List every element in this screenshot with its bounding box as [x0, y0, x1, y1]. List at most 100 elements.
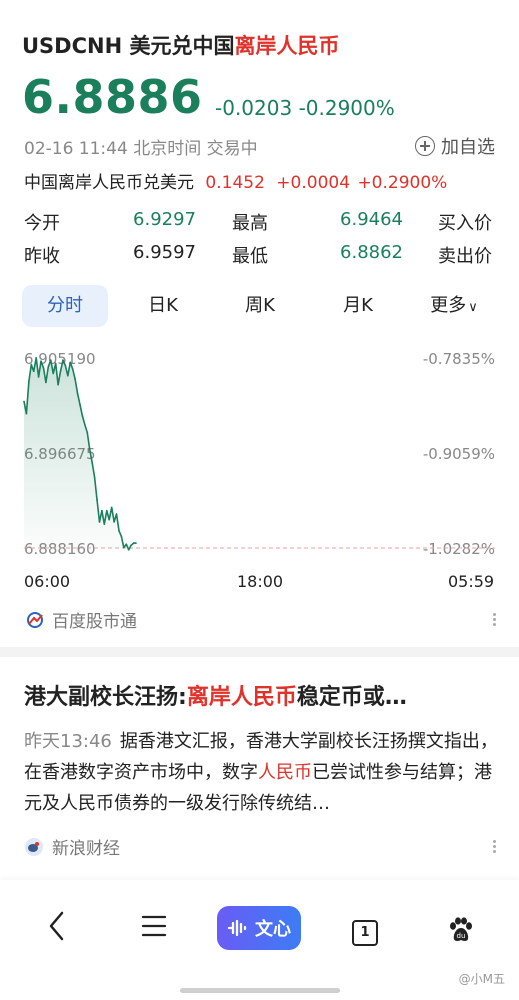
high-value: 6.9464 [340, 209, 403, 230]
open-value: 6.9297 [133, 209, 196, 230]
watermark: @小M五 [458, 972, 505, 986]
baidu-paw-icon[interactable]: du [447, 916, 475, 944]
price-change: -0.0203 -0.2900% [215, 96, 395, 120]
y-tick-label-right: -1.0282% [423, 540, 495, 558]
news-title-highlight: 离岸人民币 [186, 685, 297, 710]
home-indicator [180, 988, 340, 993]
menu-icon[interactable] [141, 910, 167, 942]
price-point [67, 374, 69, 377]
price-point [23, 400, 25, 403]
price-point [91, 461, 93, 464]
price-point [62, 359, 64, 361]
page-title: USDCNH 美元兑中国离岸人民币 [22, 30, 339, 60]
price-point [32, 370, 35, 373]
wenxin-label: 文心 [255, 919, 291, 940]
price-point [132, 542, 135, 544]
tab-more[interactable]: 更多 ∨ [414, 285, 494, 327]
source-name: 百度股市通 [52, 612, 137, 632]
wenxin-button[interactable]: 文心 [217, 906, 301, 950]
current-price: 6.8886 [22, 70, 203, 124]
price-point [25, 412, 28, 415]
price-point [88, 448, 91, 451]
price-point [40, 360, 42, 363]
add-watchlist-button[interactable]: 加自选 [415, 133, 495, 159]
tab-monthly-k[interactable]: 月K [320, 285, 396, 327]
price-point [52, 372, 55, 375]
quote-datetime: 02-16 11:44 [24, 139, 128, 159]
price-point [130, 544, 132, 547]
tab-weekly-k[interactable]: 周K [222, 285, 298, 327]
news-summary[interactable]: 昨天13:46 据香港文汇报，香港大学副校长汪扬撰文指出，在香港数字资产市场中，数… [24, 726, 504, 819]
cross-rate-change: +0.0004 [276, 173, 351, 193]
cross-rate-change-pct: +0.2900% [357, 173, 448, 193]
section-divider [0, 647, 519, 657]
cross-rate-row: 中国离岸人民币兑美元 0.1452 +0.0004 +0.2900% [24, 168, 447, 193]
tab-more-label: 更多 [430, 295, 467, 316]
news-body-highlight: 人民币 [258, 762, 312, 783]
price-point [123, 546, 125, 549]
price-point [69, 361, 72, 364]
price-point [113, 521, 115, 523]
title-highlight: 离岸人民币 [234, 34, 340, 58]
quote-meta: 02-16 11:44 北京时间 交易中 [24, 134, 258, 159]
price-area [24, 357, 136, 550]
price-point [115, 513, 118, 515]
price-point [93, 476, 96, 479]
buy-price-label: 买入价 [438, 213, 492, 234]
price-point [28, 380, 30, 383]
tabs-count-button[interactable]: 1 [352, 920, 378, 946]
price-point [118, 530, 120, 532]
price-point [37, 376, 40, 378]
source-baidu-stock[interactable]: 百度股市通 [26, 607, 137, 632]
add-circle-icon [415, 136, 435, 156]
high-label: 最高 [232, 213, 268, 234]
more-options-icon[interactable] [493, 611, 497, 628]
tab-intraday[interactable]: 分时 [22, 285, 108, 327]
price-point [98, 521, 101, 523]
sell-price-label: 卖出价 [438, 246, 492, 267]
sina-finance-logo-icon [25, 837, 43, 856]
price-point [135, 542, 137, 544]
title-prefix: USDCNH 美元兑中国 [22, 34, 235, 58]
chart-tabs: 分时 日K 周K 月K 更多 ∨ [22, 285, 502, 327]
prev-close-value: 6.9597 [133, 242, 196, 263]
y-tick-label-right: -0.7835% [423, 350, 495, 368]
price-point [110, 506, 113, 509]
price-point [81, 415, 84, 417]
change-value: -0.0203 [215, 96, 293, 120]
add-watchlist-label: 加自选 [441, 137, 495, 158]
price-point [103, 523, 106, 525]
change-percent: -0.2900% [298, 96, 395, 120]
intraday-chart[interactable]: 6.9051906.8966756.888160-0.7835%-0.9059%… [0, 340, 519, 600]
quote-timezone: 北京时间 [133, 139, 202, 159]
more-options-icon[interactable] [493, 838, 497, 855]
price-point [57, 383, 59, 386]
svg-text:du: du [457, 932, 466, 940]
cross-rate-value: 0.1452 [205, 173, 265, 193]
news-time: 昨天13:46 [24, 731, 112, 752]
price-point [45, 381, 47, 384]
wenxin-logo-icon [227, 919, 247, 937]
open-label: 今开 [24, 213, 60, 234]
news-title-suffix: 稳定币或… [296, 685, 407, 710]
x-tick-label: 18:00 [237, 572, 284, 591]
low-value: 6.8862 [340, 242, 403, 263]
source-sina-finance[interactable]: 新浪财经 [24, 834, 120, 859]
news-title-prefix: 港大副校长汪扬: [24, 685, 187, 710]
source-name: 新浪财经 [52, 839, 120, 859]
price-point [71, 368, 74, 370]
price-point [76, 392, 79, 395]
price-point [42, 367, 45, 369]
cross-rate-label: 中国离岸人民币兑美元 [24, 173, 194, 193]
x-tick-label: 06:00 [24, 572, 71, 591]
price-point [79, 403, 81, 406]
price-point [47, 366, 50, 368]
tab-daily-k[interactable]: 日K [125, 285, 201, 327]
prev-close-label: 昨收 [24, 246, 60, 267]
bottom-navigation: 文心 1 du [0, 880, 519, 1000]
price-point [74, 378, 76, 380]
price-point [35, 357, 37, 359]
news-title[interactable]: 港大副校长汪扬:离岸人民币稳定币或… [24, 679, 407, 711]
back-arrow-icon[interactable] [46, 910, 68, 942]
price-point [30, 363, 33, 366]
